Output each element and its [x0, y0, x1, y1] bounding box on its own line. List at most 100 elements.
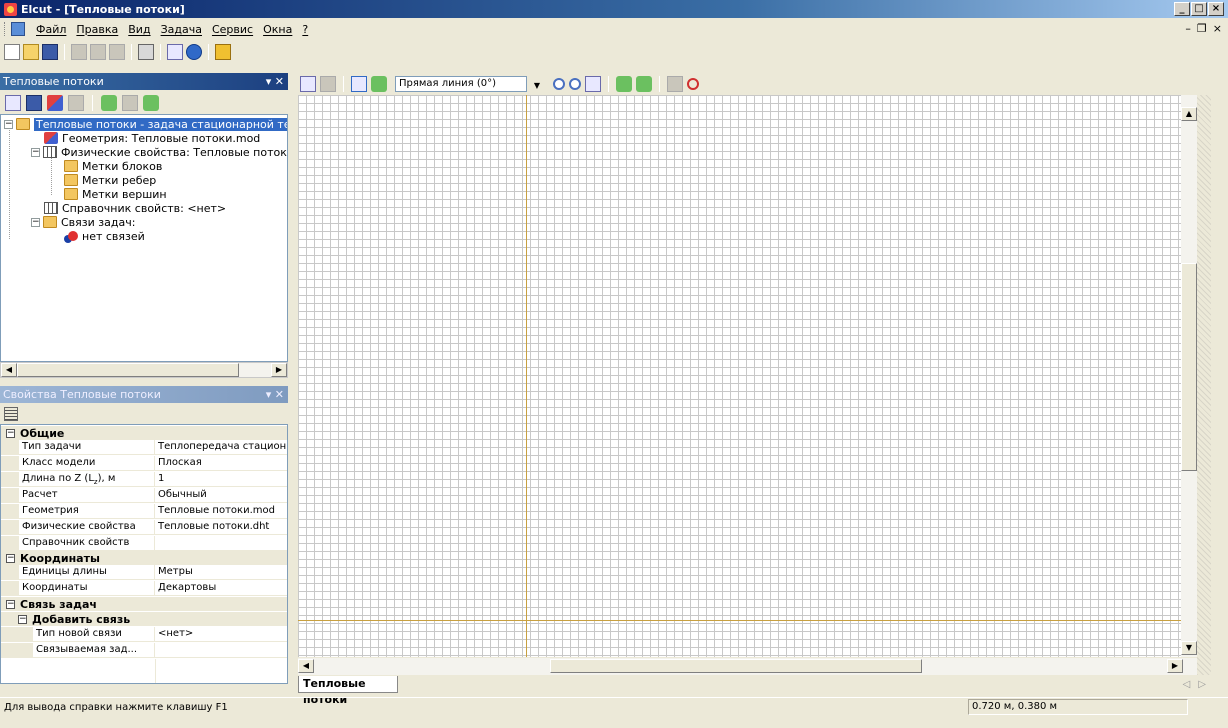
tab-scroll-icons[interactable]: ◁▷	[1183, 679, 1214, 690]
select-mode-icon[interactable]	[351, 76, 367, 92]
scroll-thumb[interactable]	[1181, 263, 1197, 471]
zoom-in-icon[interactable]	[553, 78, 565, 90]
copy-icon[interactable]	[90, 44, 106, 60]
tree-item-vertex-labels[interactable]: Метки вершин	[64, 187, 167, 201]
menu-file[interactable]: Файл	[31, 23, 71, 36]
solve-icon[interactable]	[101, 95, 117, 111]
document-icon[interactable]	[11, 22, 25, 36]
tree-item-links[interactable]: − Связи задач:	[31, 215, 135, 229]
geometry-icon[interactable]	[47, 95, 63, 111]
tree-item-edge-labels[interactable]: Метки ребер	[64, 173, 156, 187]
zoom-fit-icon[interactable]	[585, 76, 601, 92]
tree-item-block-labels[interactable]: Метки блоков	[64, 159, 162, 173]
prop-row[interactable]: Связываемая зад...	[1, 643, 287, 658]
canvas-vertical-scrollbar[interactable]: ▲ ▼	[1181, 95, 1197, 657]
collapse-icon[interactable]: −	[18, 614, 27, 624]
insert-mode-icon[interactable]	[371, 76, 387, 92]
menu-service[interactable]: Сервис	[207, 23, 258, 36]
geometry-canvas[interactable]	[298, 95, 1196, 657]
copy-model-icon[interactable]	[667, 76, 683, 92]
prop-row[interactable]: Класс модели Плоская	[1, 456, 287, 471]
tree-item-physical[interactable]: − Физические свойства: Тепловые потоки.d…	[31, 145, 287, 159]
tree-item-geometry[interactable]: Геометрия: Тепловые потоки.mod	[44, 131, 260, 145]
block-icon[interactable]	[320, 76, 336, 92]
prop-row[interactable]: Единицы длины Метры	[1, 565, 287, 580]
menu-grip[interactable]	[4, 22, 7, 36]
properties-icon[interactable]	[5, 95, 21, 111]
mesh-build-icon[interactable]	[616, 76, 632, 92]
tab-heat-flows[interactable]: Тепловые потоки	[298, 676, 398, 706]
categorized-icon[interactable]	[4, 407, 18, 421]
solve-target-icon[interactable]	[687, 78, 699, 90]
collapse-icon[interactable]: −	[6, 428, 15, 438]
panel-menu-close-icon[interactable]: ▾ ✕	[266, 386, 284, 403]
tree-item-reference[interactable]: Справочник свойств: <нет>	[44, 201, 226, 215]
section-add-link[interactable]: − Добавить связь	[1, 612, 287, 626]
project-tree[interactable]: − Тепловые потоки - задача стационарной …	[0, 114, 288, 362]
tree-horizontal-scrollbar[interactable]: ◀ ▶	[0, 362, 288, 378]
menu-edit[interactable]: Правка	[71, 23, 123, 36]
open-icon[interactable]	[23, 44, 39, 60]
menu-windows[interactable]: Окна	[258, 23, 297, 36]
prop-row[interactable]: Справочник свойств	[1, 536, 287, 551]
scroll-right-icon[interactable]: ▶	[1167, 659, 1183, 673]
prop-row[interactable]: Координаты Декартовы	[1, 581, 287, 596]
library-icon[interactable]	[215, 44, 231, 60]
cut-icon[interactable]	[71, 44, 87, 60]
prop-row[interactable]: Расчет Обычный	[1, 488, 287, 503]
paste-icon[interactable]	[109, 44, 125, 60]
prop-row[interactable]: Тип новой связи <нет>	[1, 627, 287, 642]
prop-row[interactable]: Геометрия Тепловые потоки.mod	[1, 504, 287, 519]
y-axis-line	[526, 95, 527, 657]
zoom-out-icon[interactable]	[569, 78, 581, 90]
properties-icon[interactable]	[300, 76, 316, 92]
context-help-icon[interactable]	[167, 44, 183, 60]
menu-task[interactable]: Задача	[156, 23, 207, 36]
canvas-horizontal-scrollbar[interactable]: ◀ ▶	[298, 658, 1197, 675]
property-grid[interactable]: − Общие Тип задачи Теплопередача стацион.…	[0, 424, 288, 684]
close-button[interactable]: ×	[1208, 2, 1224, 16]
scroll-right-icon[interactable]: ▶	[271, 363, 287, 377]
panel-menu-close-icon[interactable]: ▾ ✕	[266, 73, 284, 90]
print-icon[interactable]	[138, 44, 154, 60]
prop-row[interactable]: Тип задачи Теплопередача стацион...	[1, 440, 287, 455]
prop-row[interactable]: Физические свойства Тепловые потоки.dht	[1, 520, 287, 535]
toolbar-separator	[608, 76, 609, 92]
about-icon[interactable]	[186, 44, 202, 60]
collapse-icon[interactable]: −	[4, 119, 13, 129]
scroll-up-icon[interactable]: ▲	[1181, 107, 1197, 121]
collapse-icon[interactable]: −	[6, 599, 15, 609]
mdi-restore-button[interactable]: ❐	[1197, 22, 1207, 35]
mdi-minimize-button[interactable]: –	[1185, 22, 1191, 35]
save-icon[interactable]	[42, 44, 58, 60]
new-icon[interactable]	[4, 44, 20, 60]
section-coordinates[interactable]: − Координаты	[1, 551, 287, 565]
scroll-left-icon[interactable]: ◀	[1, 363, 17, 377]
collapse-icon[interactable]: −	[6, 553, 15, 563]
scroll-down-icon[interactable]: ▼	[1181, 641, 1197, 655]
table-icon[interactable]	[68, 95, 84, 111]
line-type-select[interactable]: Прямая линия (0°) ▼	[395, 76, 540, 92]
scroll-thumb[interactable]	[550, 659, 922, 673]
chevron-down-icon[interactable]: ▼	[534, 79, 540, 93]
mesh-remove-icon[interactable]	[636, 76, 652, 92]
folder-icon	[64, 174, 78, 186]
tree-item-task[interactable]: − Тепловые потоки - задача стационарной …	[4, 117, 287, 131]
minimize-button[interactable]: _	[1174, 2, 1190, 16]
mdi-close-button[interactable]: ×	[1213, 22, 1222, 35]
menu-help[interactable]: ?	[297, 23, 313, 36]
results-icon[interactable]	[122, 95, 138, 111]
maximize-button[interactable]: □	[1191, 2, 1207, 16]
scroll-left-icon[interactable]: ◀	[298, 659, 314, 673]
link-icon[interactable]	[143, 95, 159, 111]
collapse-icon[interactable]: −	[31, 217, 40, 227]
section-task-links[interactable]: − Связь задач	[1, 597, 287, 611]
app-icon[interactable]	[4, 2, 17, 16]
save-task-icon[interactable]	[26, 95, 42, 111]
collapse-icon[interactable]: −	[31, 147, 40, 157]
scroll-thumb[interactable]	[17, 363, 239, 377]
menu-view[interactable]: Вид	[123, 23, 155, 36]
prop-row[interactable]: Длина по Z (Lz), м 1	[1, 472, 287, 487]
section-general[interactable]: − Общие	[1, 426, 287, 440]
tree-item-no-links[interactable]: нет связей	[64, 229, 145, 243]
